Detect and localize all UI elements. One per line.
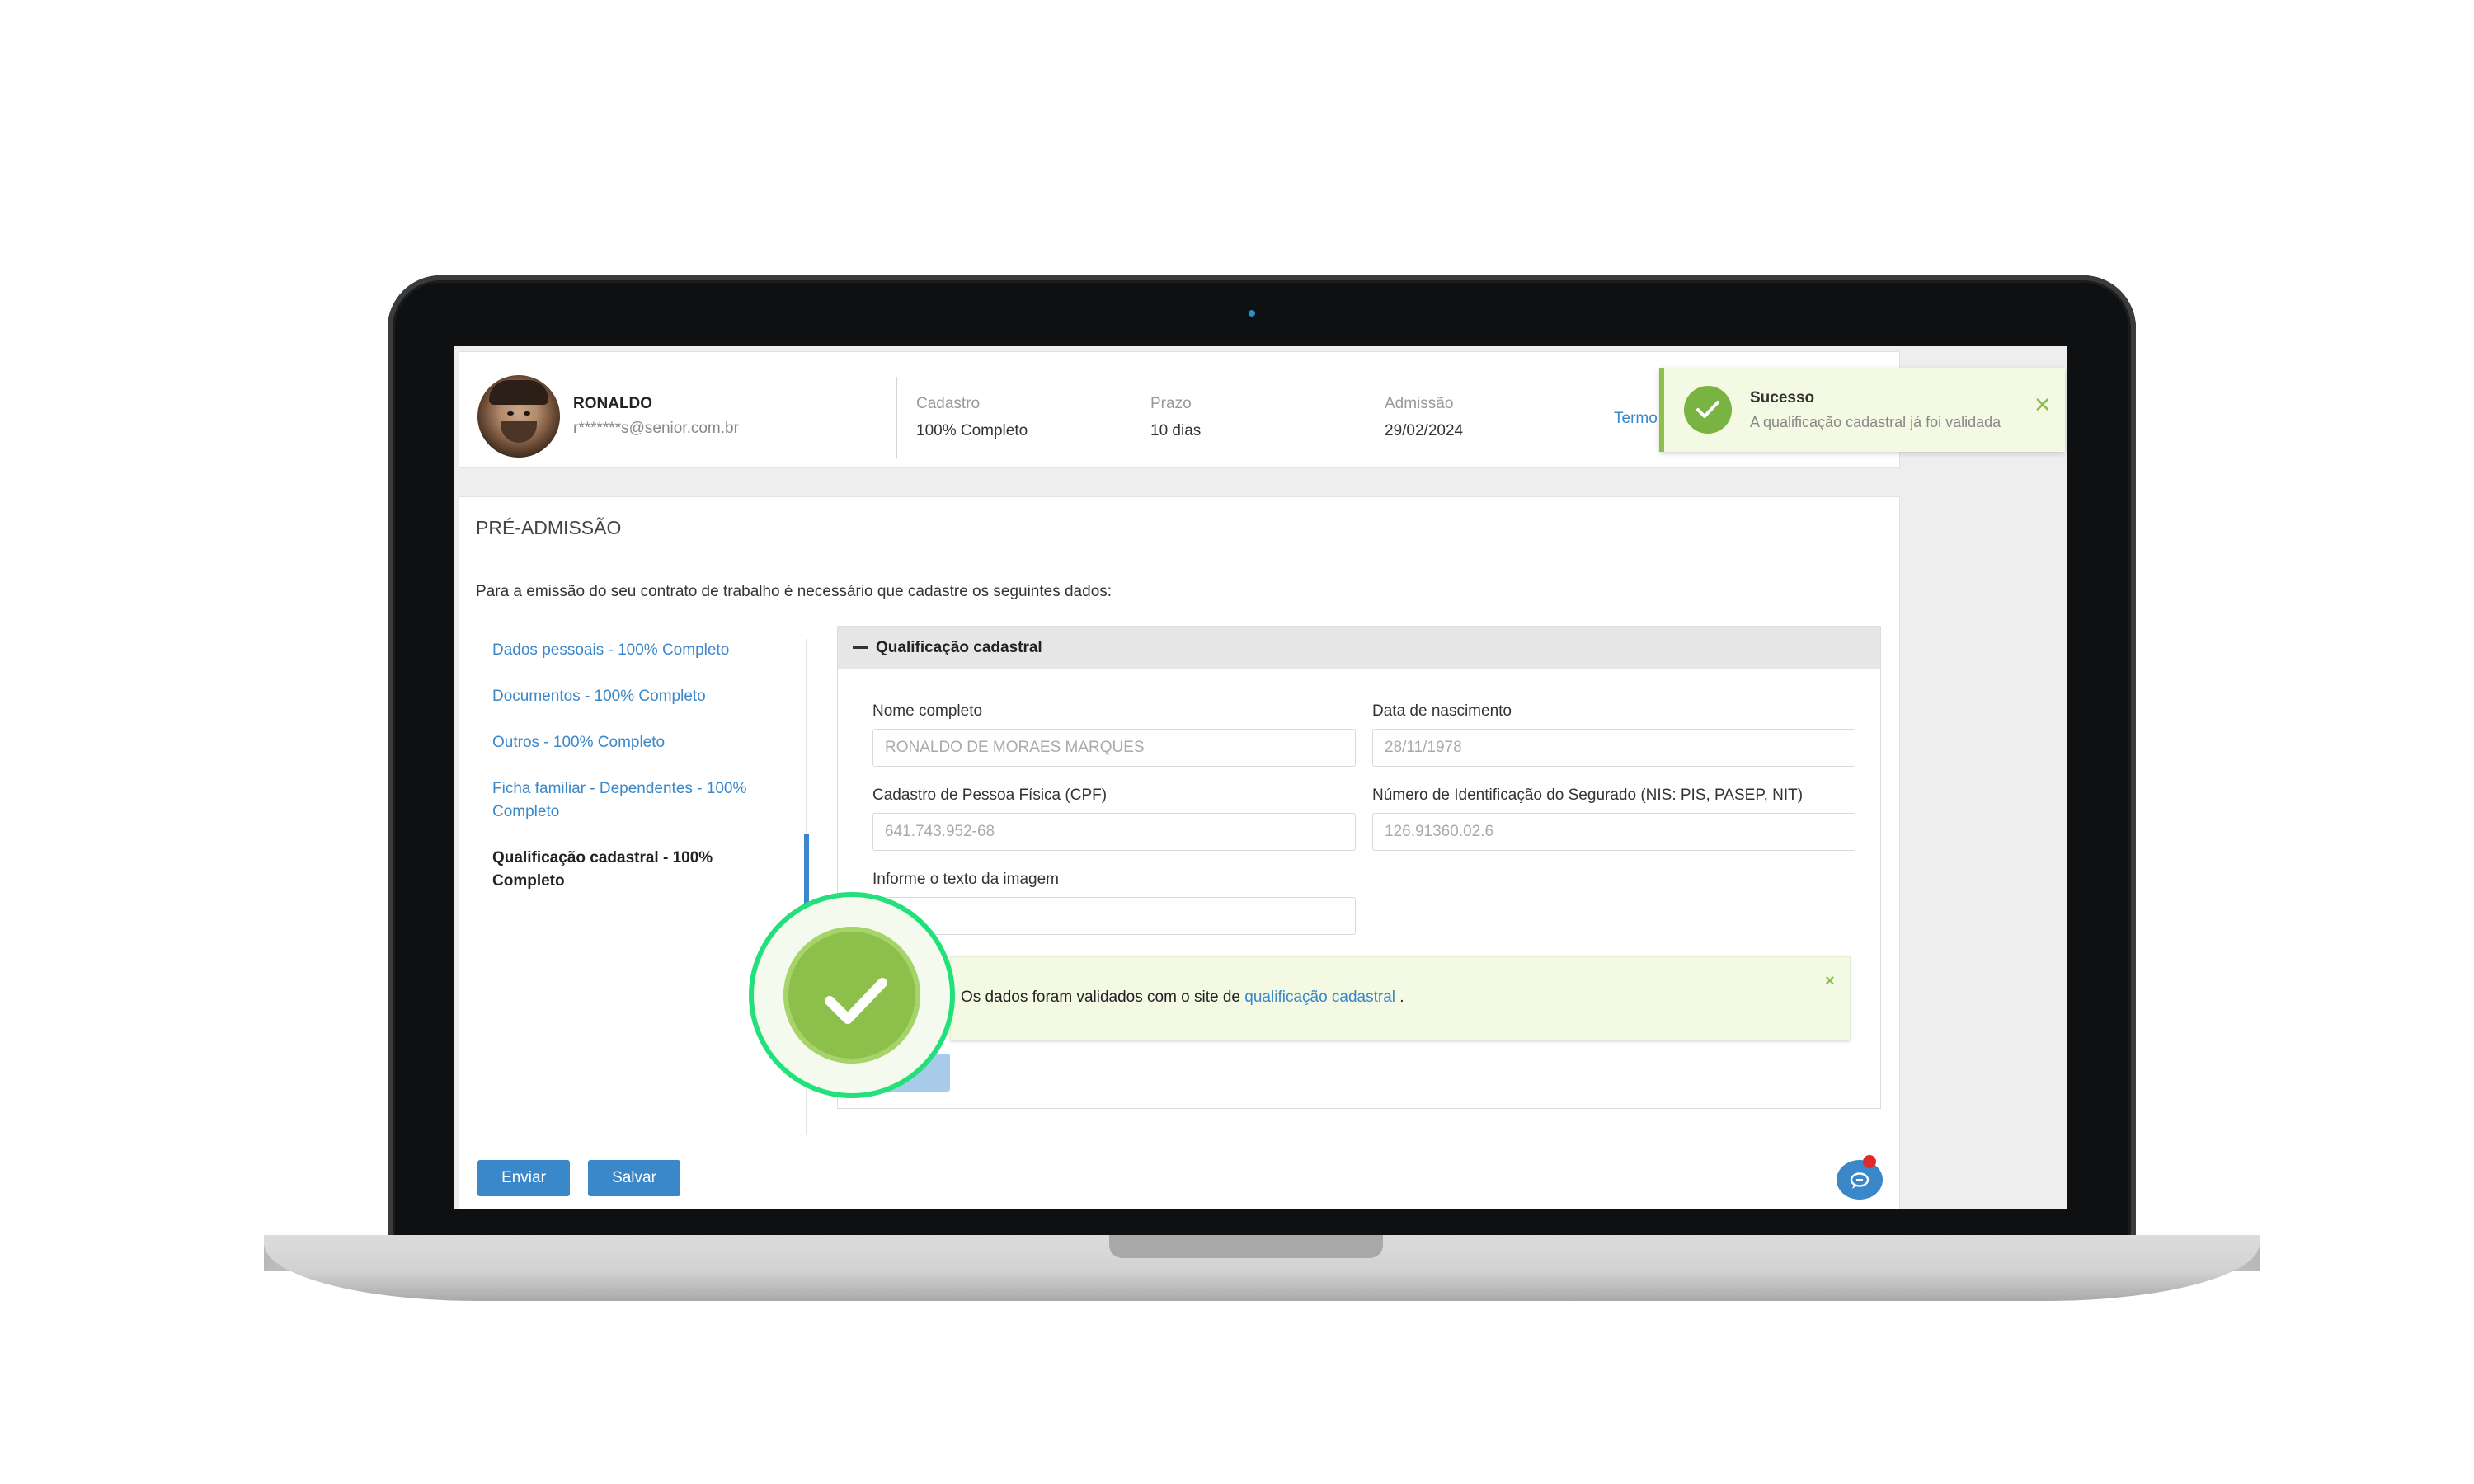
validation-alert: Os dados foram validados com o site de q…: [950, 956, 1851, 1040]
intro-text: Para a emissão do seu contrato de trabal…: [476, 583, 1112, 600]
nav-item-dados-pessoais[interactable]: Dados pessoais - 100% Completo: [492, 639, 773, 662]
summary-value: 10 dias: [1150, 422, 1202, 439]
termo-link[interactable]: Termo: [1614, 410, 1658, 428]
panel-header[interactable]: Qualificação cadastral: [838, 627, 1880, 669]
close-icon[interactable]: ✕: [2034, 392, 2052, 418]
panel-title: Qualificação cadastral: [876, 639, 1042, 656]
user-email: r*******s@senior.com.br: [573, 420, 739, 437]
summary-label: Cadastro: [916, 395, 981, 412]
nav-item-qualificacao[interactable]: Qualificação cadastral - 100% Completo: [492, 847, 773, 893]
user-name: RONALDO: [573, 395, 653, 412]
app-screen: RONALDO r*******s@senior.com.br Cadastro…: [454, 346, 2067, 1209]
alert-suffix: .: [1399, 989, 1404, 1006]
qualificacao-panel: Qualificação cadastral Nome completo Dat…: [837, 626, 1881, 1109]
toast-title: Sucesso: [1750, 389, 1815, 406]
summary-label: Admissão: [1385, 395, 1454, 412]
success-highlight-icon: [749, 892, 955, 1098]
divider: [896, 377, 897, 458]
notification-badge: [1863, 1155, 1876, 1168]
salvar-button[interactable]: Salvar: [588, 1160, 680, 1196]
nav-item-outros[interactable]: Outros - 100% Completo: [492, 731, 773, 754]
cpf-label: Cadastro de Pessoa Física (CPF): [872, 787, 1108, 804]
nis-field[interactable]: [1372, 813, 1856, 851]
collapse-icon[interactable]: [853, 646, 868, 649]
summary-prazo: Prazo 10 dias: [1150, 395, 1201, 440]
laptop-notch: [1109, 1235, 1383, 1258]
summary-value: 100% Completo: [916, 422, 1028, 439]
close-icon[interactable]: ×: [1825, 972, 1835, 991]
pre-admission-card: PRÉ-ADMISSÃO Para a emissão do seu contr…: [459, 496, 1900, 1209]
check-icon: [825, 978, 887, 1024]
alert-text: Os dados foram validados com o site de: [961, 989, 1241, 1006]
summary-label: Prazo: [1150, 395, 1192, 412]
chat-button[interactable]: [1837, 1160, 1883, 1200]
captcha-input[interactable]: [872, 897, 1356, 935]
success-toast: Sucesso A qualificação cadastral já foi …: [1659, 368, 2065, 452]
step-nav: Dados pessoais - 100% Completo Documento…: [492, 639, 773, 893]
summary-value: 29/02/2024: [1385, 422, 1464, 439]
nome-label: Nome completo: [872, 702, 983, 720]
nav-item-ficha-familiar[interactable]: Ficha familiar - Dependentes - 100% Comp…: [492, 777, 773, 824]
enviar-button[interactable]: Enviar: [477, 1160, 570, 1196]
nis-label: Número de Identificação do Segurado (NIS…: [1372, 787, 1804, 804]
summary-cadastro: Cadastro 100% Completo: [916, 395, 1028, 440]
nav-item-documentos[interactable]: Documentos - 100% Completo: [492, 685, 773, 708]
cpf-field[interactable]: [872, 813, 1356, 851]
camera-icon: [1249, 310, 1255, 317]
check-circle-icon: [1684, 386, 1732, 434]
summary-admissao: Admissão 29/02/2024: [1385, 395, 1463, 440]
captcha-label: Informe o texto da imagem: [872, 871, 1059, 888]
page-title: PRÉ-ADMISSÃO: [476, 517, 622, 538]
nascimento-field[interactable]: [1372, 729, 1856, 767]
qualificacao-link[interactable]: qualificação cadastral: [1244, 989, 1395, 1006]
alert-message: Os dados foram validados com o site de q…: [961, 989, 1404, 1007]
nascimento-label: Data de nascimento: [1372, 702, 1512, 720]
toast-message: A qualificação cadastral já foi validada: [1750, 414, 2001, 430]
chat-icon: [1850, 1172, 1870, 1189]
avatar: [477, 375, 560, 458]
nome-field[interactable]: [872, 729, 1356, 767]
